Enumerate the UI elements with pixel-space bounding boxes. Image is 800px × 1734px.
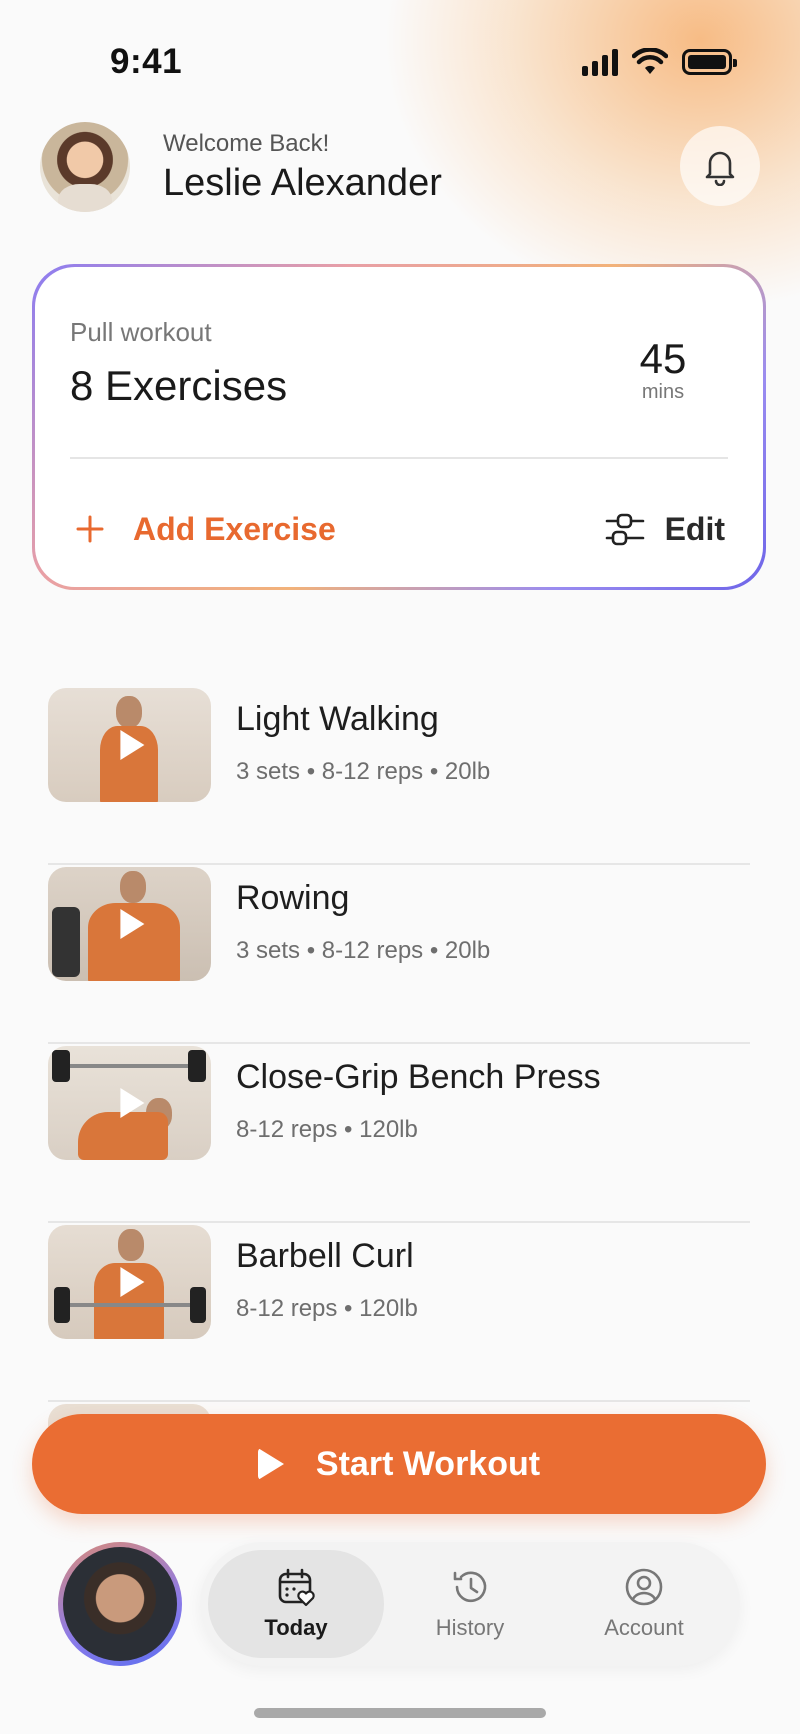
bell-icon xyxy=(705,151,735,186)
header: Welcome Back! Leslie Alexander xyxy=(40,120,760,220)
bottom-tab-bar: Today History Account xyxy=(200,1542,740,1666)
play-icon xyxy=(119,1267,144,1297)
exercise-details: 8-12 reps • 120lb xyxy=(236,1295,418,1322)
edit-label: Edit xyxy=(664,510,725,547)
add-exercise-button[interactable]: Add Exercise xyxy=(75,499,336,559)
edit-button[interactable]: Edit xyxy=(605,499,725,559)
plus-icon xyxy=(76,515,104,543)
coach-avatar[interactable] xyxy=(58,1542,182,1666)
exercise-list: Light Walking 3 sets • 8-12 reps • 20lb … xyxy=(48,686,750,1402)
play-icon xyxy=(119,730,144,760)
app-screen: 9:41 Welcome Back! Leslie Alexander Pull… xyxy=(0,0,800,1734)
coach-avatar-image xyxy=(63,1547,177,1661)
exercise-details: 3 sets • 8-12 reps • 20lb xyxy=(236,937,491,964)
exercise-item[interactable]: Light Walking 3 sets • 8-12 reps • 20lb xyxy=(48,686,750,865)
exercise-item[interactable]: Rowing 3 sets • 8-12 reps • 20lb xyxy=(48,865,750,1044)
tab-today[interactable]: Today xyxy=(208,1550,384,1658)
user-circle-icon xyxy=(625,1568,663,1606)
start-workout-label: Start Workout xyxy=(315,1444,541,1483)
tab-account[interactable]: Account xyxy=(556,1550,732,1658)
user-name: Leslie Alexander xyxy=(163,162,442,204)
exercise-name: Barbell Curl xyxy=(236,1237,414,1275)
workout-card: Pull workout 8 Exercises 45 mins Add Exe… xyxy=(32,264,766,590)
exercise-name: Close-Grip Bench Press xyxy=(236,1058,601,1096)
exercise-video-thumbnail[interactable] xyxy=(48,867,211,981)
wifi-icon xyxy=(632,48,668,74)
play-icon xyxy=(257,1448,284,1480)
history-icon xyxy=(453,1571,487,1603)
exercise-name: Light Walking xyxy=(236,700,439,738)
user-avatar[interactable] xyxy=(40,122,130,212)
status-time: 9:41 xyxy=(110,42,183,81)
exercise-count: 8 Exercises xyxy=(70,362,288,409)
exercise-name: Rowing xyxy=(236,879,350,917)
exercise-video-thumbnail[interactable] xyxy=(48,1225,211,1339)
status-bar: 9:41 xyxy=(0,0,800,130)
exercise-video-thumbnail[interactable] xyxy=(48,1046,211,1160)
exercise-video-thumbnail[interactable] xyxy=(48,688,211,802)
battery-icon xyxy=(682,49,737,75)
welcome-text: Welcome Back! xyxy=(163,130,330,157)
tab-label: Today xyxy=(264,1615,328,1640)
exercise-item[interactable]: Barbell Curl 8-12 reps • 120lb xyxy=(48,1223,750,1402)
cellular-signal-icon xyxy=(582,48,618,76)
workout-card-body: Pull workout 8 Exercises 45 mins Add Exe… xyxy=(35,267,763,587)
play-icon xyxy=(119,909,144,939)
exercise-details: 8-12 reps • 120lb xyxy=(236,1116,418,1143)
duration-value: 45 xyxy=(639,335,687,382)
duration-unit: mins xyxy=(641,381,685,403)
start-workout-button[interactable]: Start Workout xyxy=(32,1414,766,1514)
workout-type: Pull workout xyxy=(70,317,212,347)
tab-history[interactable]: History xyxy=(382,1550,558,1658)
play-icon xyxy=(119,1088,144,1118)
sliders-icon xyxy=(605,513,644,546)
add-exercise-label: Add Exercise xyxy=(133,510,336,547)
tab-label: History xyxy=(435,1615,505,1640)
tab-label: Account xyxy=(604,1615,684,1640)
status-icons xyxy=(582,48,737,76)
notifications-button[interactable] xyxy=(680,126,760,206)
calendar-heart-icon xyxy=(278,1568,315,1607)
card-divider xyxy=(70,457,728,459)
exercise-item[interactable]: Close-Grip Bench Press 8-12 reps • 120lb xyxy=(48,1044,750,1223)
home-indicator xyxy=(254,1708,546,1718)
exercise-details: 3 sets • 8-12 reps • 20lb xyxy=(236,758,491,785)
